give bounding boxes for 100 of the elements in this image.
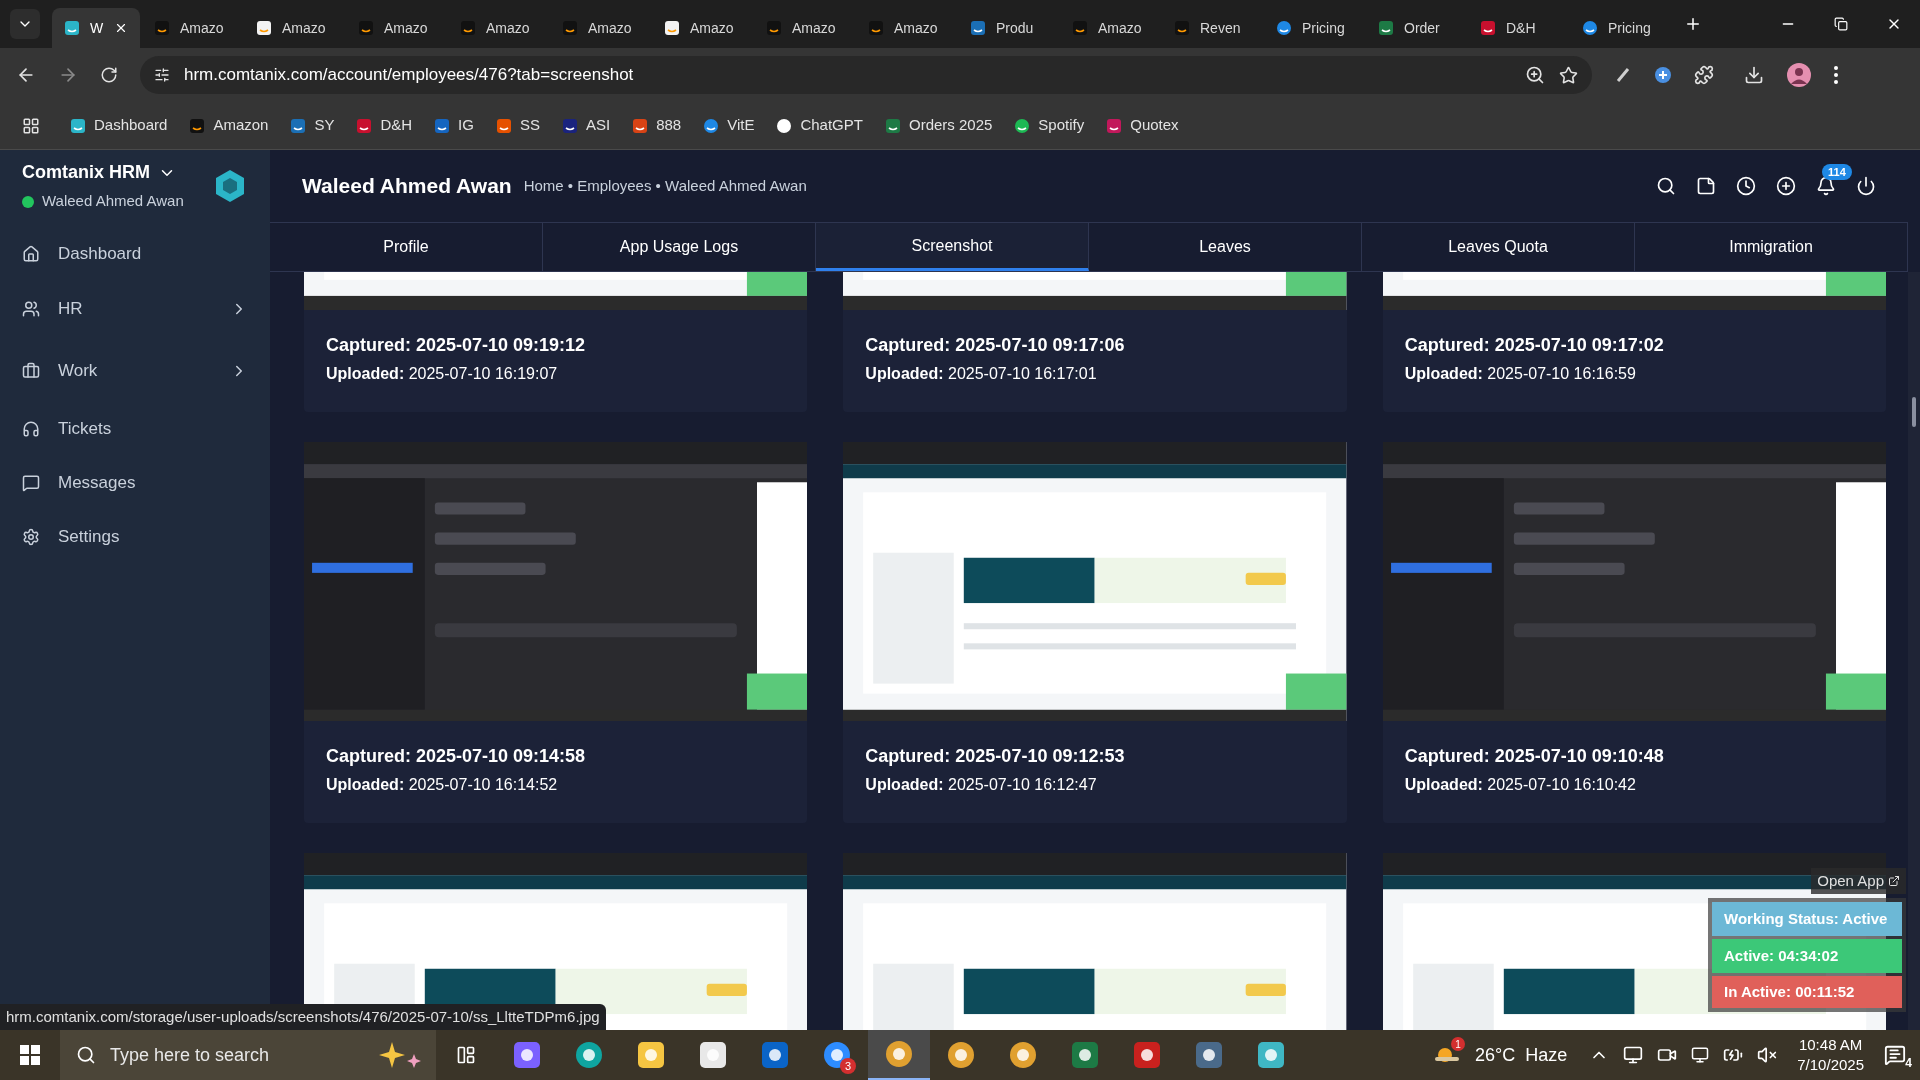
new-tab-icon[interactable] xyxy=(1684,15,1702,33)
favicon-icon xyxy=(154,20,170,36)
extension-icon[interactable] xyxy=(1654,66,1672,84)
close-icon[interactable] xyxy=(114,21,128,35)
browser-tab[interactable]: D&H xyxy=(1468,8,1568,48)
browser-tab[interactable]: Amazo xyxy=(244,8,344,48)
browser-tab[interactable]: Amazo xyxy=(550,8,650,48)
taskbar-button[interactable] xyxy=(868,1030,930,1080)
browser-tab[interactable]: Pricing xyxy=(1570,8,1670,48)
power-icon[interactable] xyxy=(1856,176,1876,196)
browser-tab[interactable]: W xyxy=(52,8,140,48)
taskbar-search-field[interactable]: Type here to search xyxy=(60,1030,436,1080)
address-bar[interactable]: hrm.comtanix.com/account/employees/476?tab=screenshot xyxy=(140,56,1592,94)
extensions-icon[interactable] xyxy=(1694,65,1714,85)
reload-icon[interactable] xyxy=(100,66,118,84)
clock-icon[interactable] xyxy=(1736,176,1756,196)
menu-icon[interactable] xyxy=(1834,66,1838,84)
captured-time: Captured: 2025-07-10 09:17:02 xyxy=(1404,334,1665,356)
add-icon[interactable] xyxy=(1776,176,1796,196)
favicon-icon xyxy=(1174,20,1190,36)
uploaded-time: Uploaded: 2025-07-10 16:17:01 xyxy=(865,364,1098,384)
nav-item[interactable]: HR xyxy=(0,278,270,340)
open-app-button[interactable]: Open App xyxy=(1811,867,1906,894)
tab-title: Amazo xyxy=(180,18,224,38)
note-icon[interactable] xyxy=(1696,176,1716,196)
browser-tab[interactable]: Order xyxy=(1366,8,1466,48)
site-info-icon[interactable] xyxy=(154,67,170,83)
bookmark[interactable]: SY xyxy=(290,114,335,137)
favicon-icon xyxy=(460,20,476,36)
download-icon[interactable] xyxy=(1744,65,1764,85)
external-link-icon xyxy=(1888,874,1900,887)
nav-icon xyxy=(22,300,40,318)
bookmark[interactable]: Orders 2025 xyxy=(884,114,993,137)
browser-tab[interactable]: Amazo xyxy=(856,8,956,48)
network-icon[interactable] xyxy=(1623,1045,1644,1065)
bookmark[interactable]: Quotex xyxy=(1106,114,1179,137)
tab-title: Pricing xyxy=(1608,18,1651,38)
nav-item[interactable]: Dashboard xyxy=(0,230,270,278)
task-view-icon[interactable] xyxy=(456,1045,476,1065)
apps-icon[interactable] xyxy=(22,116,40,135)
tab-title: Amazo xyxy=(486,18,530,38)
bookmark[interactable]: ChatGPT xyxy=(776,114,863,137)
taskbar-button[interactable]: 3 xyxy=(806,1030,868,1080)
bookmark[interactable]: D&H xyxy=(356,114,413,137)
bookmark[interactable]: Spotify xyxy=(1014,114,1085,137)
nav-item[interactable]: Messages xyxy=(0,456,270,510)
bookmark[interactable]: Amazon xyxy=(189,114,269,137)
working-status: Working Status: Active xyxy=(1712,902,1902,936)
browser-tab[interactable]: Pricing xyxy=(1264,8,1364,48)
bookmark[interactable]: Dashboard xyxy=(70,114,168,137)
notification-icon[interactable] xyxy=(1816,176,1836,196)
profile-tab[interactable]: Leaves xyxy=(1089,223,1362,271)
extension-icon[interactable] xyxy=(1614,66,1632,84)
restore-icon[interactable] xyxy=(1834,17,1848,31)
nav-item[interactable]: Settings xyxy=(0,510,270,564)
status-url: hrm.comtanix.com/storage/user-uploads/screenshots/476/2025-07-10/ss_LltteTDPm6.jpg xyxy=(0,1004,606,1030)
bookmark[interactable]: SS xyxy=(495,114,540,137)
nav-label: HR xyxy=(58,298,83,321)
page-title: Waleed Ahmed Awan xyxy=(302,173,512,200)
browser-tab[interactable]: Amazo xyxy=(142,8,242,48)
browser-tab[interactable]: Amazo xyxy=(754,8,854,48)
profile-tab[interactable]: Screenshot xyxy=(816,223,1089,271)
browser-tab[interactable]: Amazo xyxy=(652,8,752,48)
favicon-icon xyxy=(189,117,206,134)
profile-avatar-icon[interactable] xyxy=(1786,62,1812,88)
nav-item[interactable]: Work xyxy=(0,340,270,402)
display-icon[interactable] xyxy=(1691,1046,1710,1064)
notification-center-icon[interactable] xyxy=(1884,1044,1906,1066)
uploaded-time: Uploaded: 2025-07-10 16:14:52 xyxy=(326,775,559,795)
nav-item[interactable]: Tickets xyxy=(0,402,270,456)
search-icon xyxy=(76,1045,96,1065)
profile-tab[interactable]: Leaves Quota xyxy=(1362,223,1635,271)
bookmark[interactable]: VitE xyxy=(703,114,755,137)
favicon-icon xyxy=(1072,20,1088,36)
search-icon[interactable] xyxy=(1656,176,1676,196)
browser-tab[interactable]: Amazo xyxy=(346,8,446,48)
tab-search-button[interactable] xyxy=(10,9,40,39)
profile-tab[interactable]: Immigration xyxy=(1635,223,1908,271)
browser-tab[interactable]: Produ xyxy=(958,8,1058,48)
inactive-time: In Active: 00:11:52 xyxy=(1712,976,1902,1008)
windows-logo-icon[interactable] xyxy=(20,1045,40,1065)
favicon-icon xyxy=(766,20,782,36)
bookmark[interactable]: ASI xyxy=(561,114,611,137)
bookmark[interactable]: IG xyxy=(434,114,474,137)
browser-tab[interactable]: Reven xyxy=(1162,8,1262,48)
scrollbar[interactable] xyxy=(1908,272,1920,1030)
favicon-icon xyxy=(703,117,720,134)
favicon-icon xyxy=(495,117,512,134)
browser-tab[interactable]: Amazo xyxy=(1060,8,1160,48)
favicon-icon xyxy=(664,20,680,36)
zoom-icon[interactable] xyxy=(1525,65,1545,85)
favicon-icon xyxy=(562,20,578,36)
favicon-icon xyxy=(776,117,793,134)
bookmark-star-icon[interactable] xyxy=(1559,65,1578,85)
captured-time: Captured: 2025-07-10 09:19:12 xyxy=(326,334,587,356)
browser-tab[interactable]: Amazo xyxy=(448,8,548,48)
bookmark[interactable]: 888 xyxy=(632,114,682,137)
mute-icon[interactable] xyxy=(1757,1045,1778,1065)
profile-tab[interactable]: Profile xyxy=(270,223,543,271)
brand-name[interactable]: Comtanix HRM xyxy=(22,159,150,187)
